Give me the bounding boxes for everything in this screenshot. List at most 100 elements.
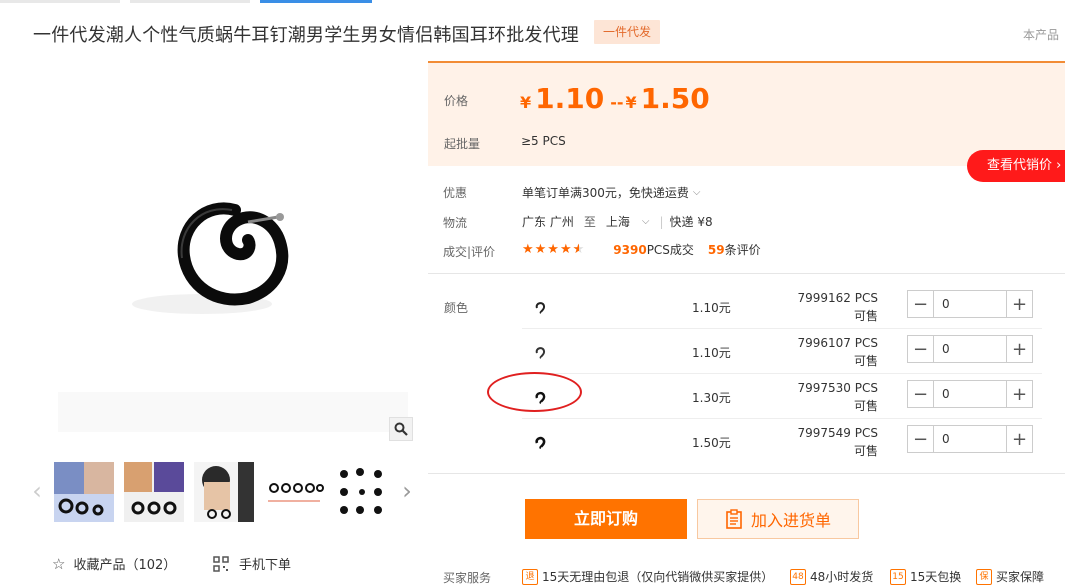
service-text: 48小时发货 — [810, 570, 874, 584]
sku-row: 1.10元 7996107 PCS可售 − 0 + — [522, 329, 1042, 374]
corner-link[interactable]: 本产品 — [1023, 26, 1065, 43]
price-panel: 价格 ¥ 1.10 -- ¥ 1.50 起批量 ≥5 PCS — [428, 61, 1065, 166]
service-return[interactable]: 退 15天无理由包退（仅向代销微供买家提供） — [522, 568, 773, 585]
to-word: 至 — [583, 215, 596, 229]
top-tab-2[interactable] — [130, 0, 250, 3]
increment-button[interactable]: + — [1006, 381, 1032, 407]
sold-count: 9390 — [613, 242, 647, 257]
quantity-input[interactable]: 0 — [934, 336, 1006, 362]
top-tab-active[interactable] — [260, 0, 372, 3]
price-separator: -- — [610, 93, 624, 112]
deals-label: 成交|评价 — [443, 245, 496, 259]
quantity-input[interactable]: 0 — [934, 426, 1006, 452]
ship-to[interactable]: 上海 — [606, 213, 630, 230]
sku-stock: 7999162 PCS可售 — [797, 291, 879, 323]
chevron-down-icon: ⌵ — [692, 187, 701, 198]
currency-symbol: ¥ — [520, 93, 532, 112]
logistics-label: 物流 — [443, 216, 468, 230]
quantity-stepper: − 0 + — [907, 425, 1033, 453]
thumb-next-arrow[interactable]: › — [400, 479, 414, 503]
service-guarantee[interactable]: 保 买家保障 — [976, 568, 1044, 585]
top-tab-strip — [0, 0, 1065, 4]
sku-price: 1.10元 — [692, 346, 731, 360]
highlight-circle-annotation — [487, 372, 582, 412]
quantity-input[interactable]: 0 — [934, 291, 1006, 317]
deals-info: ★★★★★★ 9390 PCS成交 59 条评价 — [522, 241, 761, 258]
clipboard-icon — [726, 509, 742, 529]
moq-value: ≥5 PCS — [521, 134, 566, 148]
increment-button[interactable]: + — [1006, 426, 1032, 452]
thumbnail-5[interactable] — [334, 462, 394, 522]
exchange-15-icon: 15 — [890, 568, 906, 585]
sku-thumbnail-1[interactable] — [526, 294, 556, 320]
add-to-cart-button[interactable]: 加入进货单 — [697, 499, 859, 539]
quantity-stepper: − 0 + — [907, 335, 1033, 363]
discount-label: 优惠 — [443, 186, 468, 200]
thumbnail-2[interactable] — [124, 462, 184, 522]
review-count[interactable]: 59 — [708, 243, 725, 257]
price-range: ¥ 1.10 -- ¥ 1.50 — [520, 82, 710, 115]
thumbnail-1[interactable] — [54, 462, 114, 522]
dropship-badge: 一件代发 — [594, 20, 660, 44]
thumbnail-4[interactable] — [264, 462, 324, 522]
sku-row: 1.30元 7997530 PCS可售 − 0 + — [522, 374, 1042, 419]
service-text: 15天无理由包退（仅向代销微供买家提供） — [542, 570, 774, 584]
star-outline-icon: ☆ — [52, 554, 66, 573]
price-label: 价格 — [444, 94, 469, 108]
price-max: 1.50 — [640, 82, 710, 115]
main-product-image[interactable] — [52, 62, 414, 442]
increment-button[interactable]: + — [1006, 291, 1032, 317]
sku-thumbnail-4[interactable] — [526, 429, 556, 455]
sold-suffix: PCS成交 — [646, 243, 694, 257]
product-title: 一件代发潮人个性气质蜗牛耳钉潮男学生男女情侣韩国耳环批发代理 — [33, 25, 579, 46]
clock-48-icon: 48 — [790, 568, 806, 585]
service-text: 买家保障 — [996, 570, 1045, 584]
discount-info[interactable]: 单笔订单满300元，免快递运费 ⌵ — [522, 184, 701, 201]
shipping-fee: 快递 ¥8 — [669, 215, 713, 229]
moq-label: 起批量 — [444, 137, 481, 151]
ship-from: 广东 广州 — [522, 215, 574, 229]
rating-stars: ★★★★★★ — [522, 242, 586, 257]
sku-stock: 7997530 PCS可售 — [797, 381, 879, 413]
magnifier-icon — [394, 422, 408, 436]
buy-now-button[interactable]: 立即订购 — [525, 499, 687, 539]
sku-stock: 7997549 PCS可售 — [797, 426, 879, 458]
sku-row: 1.50元 7997549 PCS可售 − 0 + — [522, 419, 1042, 464]
price-min: 1.10 — [535, 82, 605, 115]
service-text: 15天包换 — [910, 570, 962, 584]
sku-thumbnail-2[interactable] — [526, 339, 556, 365]
thumbnail-3[interactable] — [194, 462, 254, 522]
zoom-button[interactable] — [389, 417, 413, 441]
quantity-stepper: − 0 + — [907, 290, 1033, 318]
quantity-stepper: − 0 + — [907, 380, 1033, 408]
sku-price: 1.30元 — [692, 391, 731, 405]
service-exchange[interactable]: 15 15天包换 — [890, 568, 961, 585]
decrement-button[interactable]: − — [908, 426, 934, 452]
buyer-services-label: 买家服务 — [443, 571, 492, 585]
view-distributor-price-button[interactable]: 查看代销价 › — [967, 150, 1065, 182]
shield-icon: 保 — [976, 568, 992, 585]
divider — [428, 473, 1065, 474]
decrement-button[interactable]: − — [908, 336, 934, 362]
color-label: 颜色 — [444, 301, 469, 315]
decrement-button[interactable]: − — [908, 291, 934, 317]
decrement-button[interactable]: − — [908, 381, 934, 407]
add-to-cart-label: 加入进货单 — [750, 511, 831, 530]
service-48h[interactable]: 48 48小时发货 — [790, 568, 873, 585]
sku-stock: 7996107 PCS可售 — [797, 336, 879, 368]
qrcode-icon — [213, 555, 229, 572]
logistics-info: 广东 广州 至 上海 ⌵ | 快递 ¥8 — [522, 213, 713, 230]
increment-button[interactable]: + — [1006, 336, 1032, 362]
quantity-input[interactable]: 0 — [934, 381, 1006, 407]
discount-text: 单笔订单满300元，免快递运费 — [522, 186, 689, 200]
top-tab-1[interactable] — [0, 0, 120, 3]
mobile-order-label: 手机下单 — [239, 558, 292, 573]
favorite-product[interactable]: ☆ 收藏产品（102） — [52, 554, 177, 574]
favorite-label: 收藏产品（102） — [73, 558, 177, 573]
sku-price: 1.50元 — [692, 436, 731, 450]
sku-row: 1.10元 7999162 PCS可售 − 0 + — [522, 284, 1042, 329]
review-suffix[interactable]: 条评价 — [725, 241, 761, 258]
chevron-down-icon[interactable]: ⌵ — [642, 216, 650, 227]
thumb-prev-arrow[interactable]: ‹ — [30, 479, 44, 503]
mobile-order[interactable]: 手机下单 — [213, 554, 291, 573]
